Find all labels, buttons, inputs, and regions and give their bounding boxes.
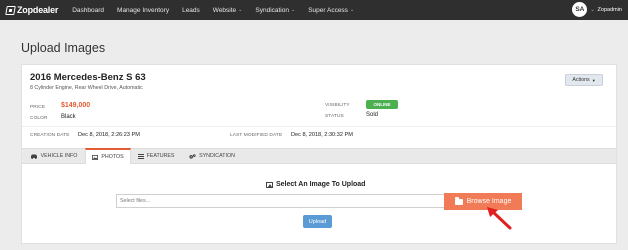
chevron-down-icon: ⌄: [290, 7, 296, 13]
nav-item-dashboard[interactable]: Dashboard: [72, 7, 104, 14]
car-icon: [30, 154, 37, 159]
tab-features[interactable]: FEATURES: [131, 148, 181, 164]
price-value: $149,000: [61, 102, 91, 109]
color-value: Black: [61, 114, 76, 120]
upload-button[interactable]: Upload: [303, 215, 332, 228]
logo-icon: [5, 5, 16, 15]
chevron-down-icon: ▼: [591, 77, 596, 83]
upload-heading: Select An Image To Upload: [266, 181, 365, 188]
actions-dropdown[interactable]: Actions ▼: [565, 74, 603, 86]
tab-syndication[interactable]: SYNDICATION: [181, 148, 243, 164]
logo[interactable]: Zopdealer: [5, 5, 59, 15]
nav-item-syndication[interactable]: Syndication ⌄: [255, 7, 295, 14]
page-title: Upload Images: [21, 41, 106, 55]
status-value: Sold: [366, 112, 379, 118]
nav-menu: Dashboard Manage Inventory Leads Website…: [72, 7, 367, 14]
vehicle-title: 2016 Mercedes-Benz S 63: [30, 72, 146, 83]
vehicle-subtitle: 8 Cylinder Engine, Rear Wheel Drive, Aut…: [30, 85, 143, 91]
user-name: Zopadmin: [597, 6, 622, 13]
nav-item-website[interactable]: Website ⌄: [213, 7, 243, 14]
modified-date-value: Dec 8, 2018, 2:30:32 PM: [291, 132, 353, 138]
folder-open-icon: [454, 196, 463, 205]
nav-item-manage-inventory[interactable]: Manage Inventory: [117, 7, 169, 14]
tab-bar: VEHICLE INFO PHOTOS FEATURES SYNDICATION: [22, 148, 616, 164]
modified-date-label: LAST MODIFIED DATE: [230, 133, 283, 138]
status-label: STATUS: [325, 114, 344, 119]
vehicle-card: 2016 Mercedes-Benz S 63 8 Cylinder Engin…: [21, 64, 617, 244]
image-icon: [266, 181, 273, 188]
user-menu[interactable]: SA ⌄ Zopadmin: [572, 2, 622, 17]
divider: [22, 126, 616, 127]
nav-item-leads[interactable]: Leads: [182, 7, 200, 14]
tab-photos[interactable]: PHOTOS: [85, 148, 131, 164]
color-label: COLOR: [30, 116, 48, 121]
red-arrow-annotation: [487, 207, 512, 230]
tab-vehicle-info[interactable]: VEHICLE INFO: [22, 148, 85, 164]
photo-icon: [92, 154, 99, 160]
list-icon: [137, 153, 144, 159]
avatar[interactable]: SA: [572, 2, 588, 17]
top-navbar: Zopdealer Dashboard Manage Inventory Lea…: [0, 0, 628, 20]
visibility-badge: ONLINE: [366, 100, 398, 109]
creation-date-value: Dec 8, 2018, 2:26:23 PM: [78, 132, 140, 138]
visibility-label: VISIBILITY: [325, 103, 350, 108]
chevron-down-icon: ⌄: [590, 6, 595, 13]
nav-item-super-access[interactable]: Super Access ⌄: [308, 7, 354, 14]
price-label: PRICE: [30, 105, 46, 110]
cogs-icon: [189, 153, 196, 159]
chevron-down-icon: ⌄: [349, 7, 355, 13]
logo-text: Zopdealer: [17, 5, 59, 15]
chevron-down-icon: ⌄: [238, 7, 243, 13]
file-select-input[interactable]: Select files...: [116, 194, 445, 208]
creation-date-label: CREATION DATE: [30, 133, 70, 138]
